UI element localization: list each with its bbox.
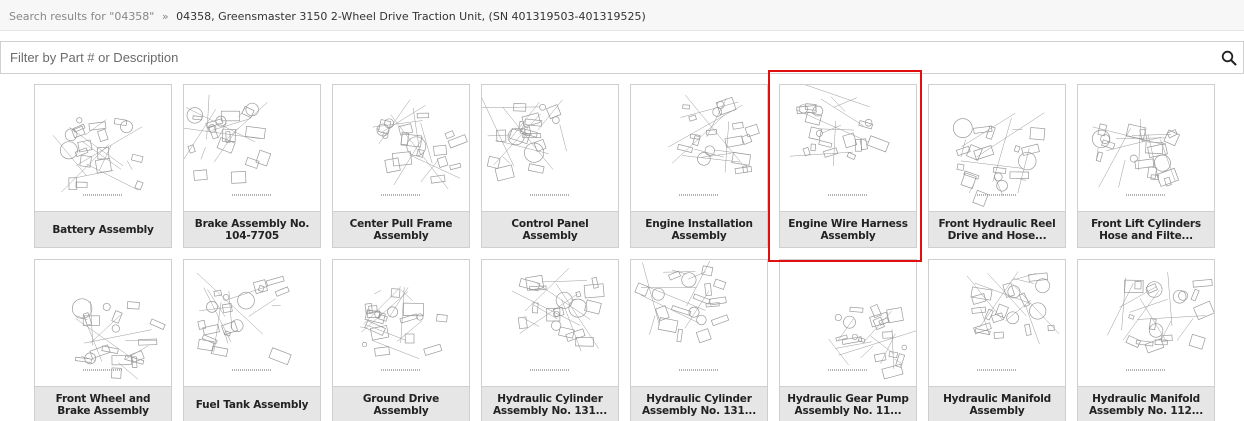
assembly-card[interactable]: Hydraulic Cylinder Assembly No. 131...	[630, 259, 768, 421]
assembly-card[interactable]: Hydraulic Cylinder Assembly No. 131...	[481, 259, 619, 421]
breadcrumb: Search results for "04358" » 04358, Gree…	[0, 0, 1244, 31]
assembly-label: Engine Wire Harness Assembly	[780, 211, 916, 247]
assembly-card-highlighted[interactable]: Engine Wire Harness Assembly	[779, 84, 917, 248]
assembly-label: Hydraulic Cylinder Assembly No. 131...	[482, 386, 618, 421]
assembly-label: Brake Assembly No. 104-7705	[184, 211, 320, 247]
assembly-card[interactable]: Front Lift Cylinders Hose and Filte...	[1077, 84, 1215, 248]
exploded-diagram	[372, 99, 468, 196]
assembly-grid: Battery Assembly Brake Assembly No. 104-…	[34, 84, 1215, 421]
exploded-diagram	[966, 271, 1060, 371]
exploded-diagram	[952, 112, 1046, 207]
assembly-label: Hydraulic Gear Pump Assembly No. 11...	[780, 386, 916, 421]
assembly-label: Engine Installation Assembly	[631, 211, 767, 247]
assembly-label: Front Wheel and Brake Assembly	[35, 386, 171, 421]
assembly-card[interactable]: Hydraulic Gear Pump Assembly No. 11...	[779, 259, 917, 421]
assembly-label: Control Panel Assembly	[482, 211, 618, 247]
exploded-diagram	[482, 97, 570, 196]
diagram-thumbnail	[929, 85, 1065, 211]
assembly-label: Center Pull Frame Assembly	[333, 211, 469, 247]
assembly-card[interactable]: Hydraulic Manifold Assembly	[928, 259, 1066, 421]
diagram-thumbnail	[1078, 85, 1214, 211]
assembly-label: Fuel Tank Assembly	[184, 386, 320, 421]
assembly-card[interactable]: Battery Assembly	[34, 84, 172, 248]
exploded-diagram	[789, 85, 890, 196]
assembly-label: Front Hydraulic Reel Drive and Hose...	[929, 211, 1065, 247]
assembly-label: Hydraulic Manifold Assembly No. 112...	[1078, 386, 1214, 421]
diagram-thumbnail	[1078, 260, 1214, 386]
diagram-thumbnail	[184, 85, 320, 211]
diagram-thumbnail	[184, 260, 320, 386]
assembly-card[interactable]: Center Pull Frame Assembly	[332, 84, 470, 248]
exploded-diagram	[359, 286, 448, 371]
assembly-card[interactable]: Fuel Tank Assembly	[183, 259, 321, 421]
filter-input[interactable]	[1, 42, 1201, 73]
exploded-diagram	[1091, 118, 1181, 196]
diagram-thumbnail	[929, 260, 1065, 386]
exploded-diagram	[53, 117, 144, 196]
breadcrumb-separator: »	[161, 10, 169, 23]
exploded-diagram	[71, 298, 166, 380]
assembly-card[interactable]: Control Panel Assembly	[481, 84, 619, 248]
diagram-thumbnail	[482, 260, 618, 386]
assembly-label: Front Lift Cylinders Hose and Filte...	[1078, 211, 1214, 247]
exploded-diagram	[196, 272, 292, 371]
assembly-card[interactable]: Brake Assembly No. 104-7705	[183, 84, 321, 248]
exploded-diagram	[634, 260, 730, 371]
diagram-thumbnail	[631, 260, 767, 386]
diagram-thumbnail	[631, 85, 767, 211]
exploded-diagram	[828, 304, 916, 380]
assembly-label: Ground Drive Assembly	[333, 386, 469, 421]
breadcrumb-current: 04358, Greensmaster 3150 2-Wheel Drive T…	[176, 10, 646, 23]
exploded-diagram	[184, 94, 272, 196]
assembly-card[interactable]: Engine Installation Assembly	[630, 84, 768, 248]
exploded-diagram	[1107, 272, 1214, 371]
exploded-diagram	[511, 268, 605, 371]
breadcrumb-search-link[interactable]: Search results for "04358"	[9, 10, 154, 23]
assembly-card[interactable]: Front Hydraulic Reel Drive and Hose...	[928, 84, 1066, 248]
diagram-thumbnail	[35, 260, 171, 386]
diagram-thumbnail	[482, 85, 618, 211]
assembly-label: Hydraulic Manifold Assembly	[929, 386, 1065, 421]
diagram-thumbnail	[333, 260, 469, 386]
assembly-card[interactable]: Front Wheel and Brake Assembly	[34, 259, 172, 421]
diagram-thumbnail	[780, 85, 916, 211]
diagram-thumbnail	[333, 85, 469, 211]
search-icon[interactable]	[1221, 50, 1237, 66]
exploded-diagram	[668, 94, 760, 196]
assembly-label: Hydraulic Cylinder Assembly No. 131...	[631, 386, 767, 421]
diagram-thumbnail	[35, 85, 171, 211]
assembly-card[interactable]: Hydraulic Manifold Assembly No. 112...	[1077, 259, 1215, 421]
assembly-card[interactable]: Ground Drive Assembly	[332, 259, 470, 421]
assembly-label: Battery Assembly	[35, 211, 171, 247]
diagram-thumbnail	[780, 260, 916, 386]
filter-bar	[0, 41, 1244, 74]
